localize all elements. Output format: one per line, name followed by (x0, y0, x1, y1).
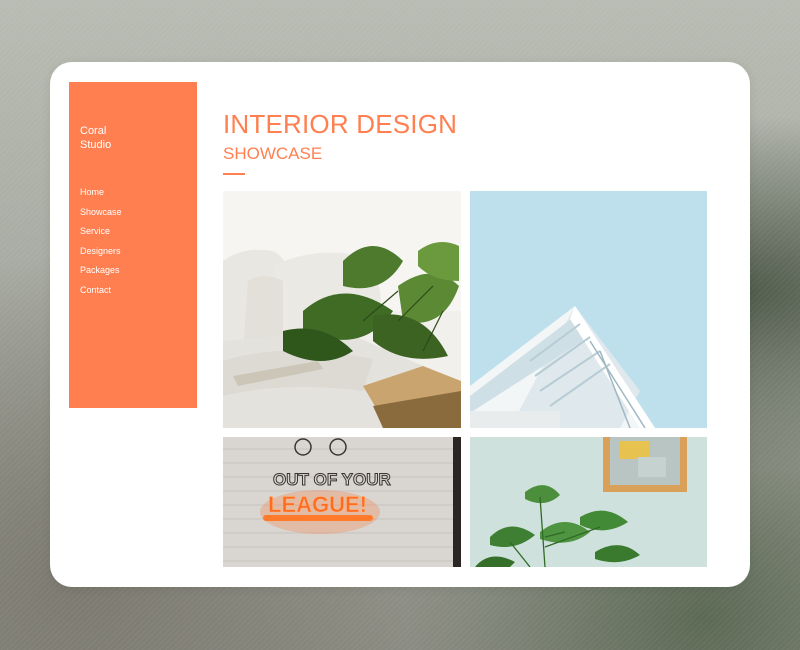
svg-text:OUT OF YOUR: OUT OF YOUR (273, 470, 391, 489)
title-divider (223, 173, 245, 175)
gallery-image-building[interactable] (470, 191, 707, 428)
brand-logo-text[interactable]: Coral Studio (80, 124, 197, 152)
nav-item-contact[interactable]: Contact (80, 284, 197, 304)
browser-window: Coral Studio Home Showcase Service Desig… (50, 62, 750, 587)
nav-item-packages[interactable]: Packages (80, 264, 197, 284)
sidebar: Coral Studio Home Showcase Service Desig… (69, 82, 197, 408)
svg-text:LEAGUE!: LEAGUE! (268, 492, 367, 517)
nav-item-designers[interactable]: Designers (80, 245, 197, 265)
building-photo (470, 191, 707, 428)
main-content: INTERIOR DESIGN SHOWCASE OUT OF YOUR LEA… (223, 62, 750, 587)
nav-item-home[interactable]: Home (80, 186, 197, 206)
nav-menu: Home Showcase Service Designers Packages… (80, 186, 197, 303)
plant-art-photo (470, 437, 707, 567)
nav-item-service[interactable]: Service (80, 225, 197, 245)
bedroom-photo (223, 191, 461, 428)
gallery-image-neon-sign[interactable]: OUT OF YOUR LEAGUE! (223, 437, 461, 567)
gallery-image-bedroom[interactable] (223, 191, 461, 428)
gallery-image-plant-art[interactable] (470, 437, 707, 567)
page-title: INTERIOR DESIGN (223, 109, 458, 139)
nav-item-showcase[interactable]: Showcase (80, 206, 197, 226)
page-subtitle: SHOWCASE (223, 144, 323, 163)
neon-sign-photo: OUT OF YOUR LEAGUE! (223, 437, 461, 567)
